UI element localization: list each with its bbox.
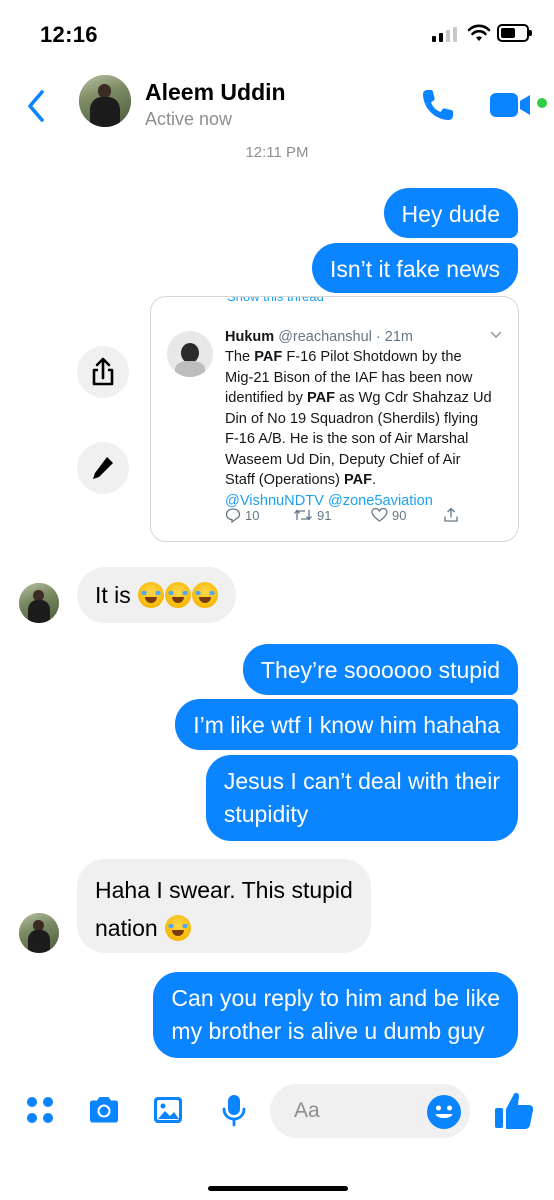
outgoing-message[interactable]: Can you reply to him and be like my brot… [153, 972, 518, 1058]
tears-of-joy-emoji [165, 582, 192, 608]
outgoing-message[interactable]: Jesus I can’t deal with their stupidity [205, 755, 518, 841]
tears-of-joy-emoji [165, 915, 192, 941]
pencil-icon [93, 457, 113, 479]
tweet-like: 90 [371, 507, 406, 523]
tweet-reply: 10 [225, 507, 259, 523]
microphone-icon[interactable] [216, 1092, 252, 1128]
message-composer [0, 1080, 554, 1146]
tweet-retweet: 91 [293, 507, 331, 523]
contact-status: Active now [145, 109, 233, 129]
outgoing-message[interactable]: Isn’t it fake news [311, 243, 518, 293]
chevron-down-icon [490, 331, 502, 339]
wifi-icon [467, 24, 491, 41]
tweet-actions: 10 91 90 [225, 507, 465, 527]
battery-icon [497, 24, 532, 42]
incoming-message[interactable]: It is [77, 567, 237, 623]
tweet-line: The PAF F-16 Pilot Shotdown by the [225, 349, 462, 365]
outgoing-message[interactable]: They’re soooooo stupid [242, 644, 518, 695]
camera-icon[interactable] [86, 1092, 122, 1128]
tweet-author-avatar [167, 331, 213, 377]
tweet-handle-time: @reachanshul · 21m [278, 329, 413, 345]
message-text: I’m like wtf I know him hahaha [193, 712, 500, 738]
tweet-line: F-16 A/B. He is the son of Air Marshal [225, 431, 469, 447]
incoming-message[interactable]: Haha I swear. This stupid nation [77, 859, 371, 953]
gallery-icon[interactable] [150, 1092, 186, 1128]
share-button[interactable] [77, 346, 129, 398]
message-text: Jesus I can’t deal with their [223, 768, 500, 794]
tweet-line: identified by PAF as Wg Cdr Shahzaz Ud [225, 390, 492, 406]
edit-button[interactable] [77, 442, 129, 494]
smiley-icon[interactable] [426, 1094, 462, 1130]
tears-of-joy-emoji [138, 582, 165, 608]
conversation-header: Aleem Uddin Active now [0, 70, 554, 140]
tears-of-joy-emoji [192, 582, 219, 608]
message-text: Isn’t it fake news [329, 256, 500, 282]
message-text: my brother is alive u dumb guy [171, 1018, 485, 1044]
apps-grid-icon[interactable] [22, 1092, 58, 1128]
status-bar: 12:16 [0, 0, 554, 70]
outgoing-message[interactable]: I’m like wtf I know him hahaha [175, 699, 518, 750]
reply-icon [225, 508, 241, 523]
phone-icon[interactable] [418, 85, 458, 125]
message-timestamp: 12:11 PM [245, 144, 309, 161]
contact-avatar-small[interactable] [19, 583, 59, 623]
message-text: Hey dude [401, 201, 500, 227]
tweet-line: Staff (Operations) PAF. [225, 472, 377, 488]
contact-name[interactable]: Aleem Uddin [145, 79, 286, 106]
tweet-share-icon [444, 507, 458, 522]
tweet-text: The PAF F-16 Pilot Shotdown by the Mig-2… [225, 347, 510, 511]
cellular-signal-icon [432, 26, 458, 42]
message-text: Haha I swear. This stupid [95, 877, 353, 903]
tweet-share [443, 507, 459, 523]
video-camera-icon[interactable] [488, 88, 534, 122]
message-text: They’re soooooo stupid [260, 657, 500, 683]
back-chevron-icon[interactable] [22, 86, 52, 126]
tweet-author-name: Hukum [225, 329, 275, 345]
status-time: 12:16 [40, 22, 98, 47]
contact-avatar-small[interactable] [19, 913, 59, 953]
tweet-header: Hukum @reachanshul · 21m [225, 329, 413, 345]
battery-level [501, 28, 515, 38]
shared-tweet-image[interactable]: Show this thread Hukum @reachanshul · 21… [150, 296, 519, 542]
share-icon [92, 357, 114, 386]
message-text: It is [95, 582, 131, 608]
online-status-dot [537, 98, 547, 108]
outgoing-message[interactable]: Hey dude [383, 188, 518, 238]
tweet-line: Mig-21 Bison of the IAF has been now [225, 369, 473, 386]
thumbs-up-icon[interactable] [493, 1088, 535, 1132]
message-text: nation [95, 915, 158, 941]
contact-avatar[interactable] [79, 75, 131, 127]
tweet-line: Din of No 19 Squadron (Sherdils) flying [225, 410, 479, 427]
message-text: stupidity [223, 801, 309, 827]
show-thread-link: Show this thread [227, 296, 324, 304]
home-indicator [208, 1186, 348, 1191]
retweet-icon [294, 509, 312, 521]
message-text: Can you reply to him and be like [171, 985, 500, 1011]
heart-icon [371, 507, 388, 522]
tweet-line: Waseem Ud Din, Deputy Chief of Air [225, 451, 461, 468]
